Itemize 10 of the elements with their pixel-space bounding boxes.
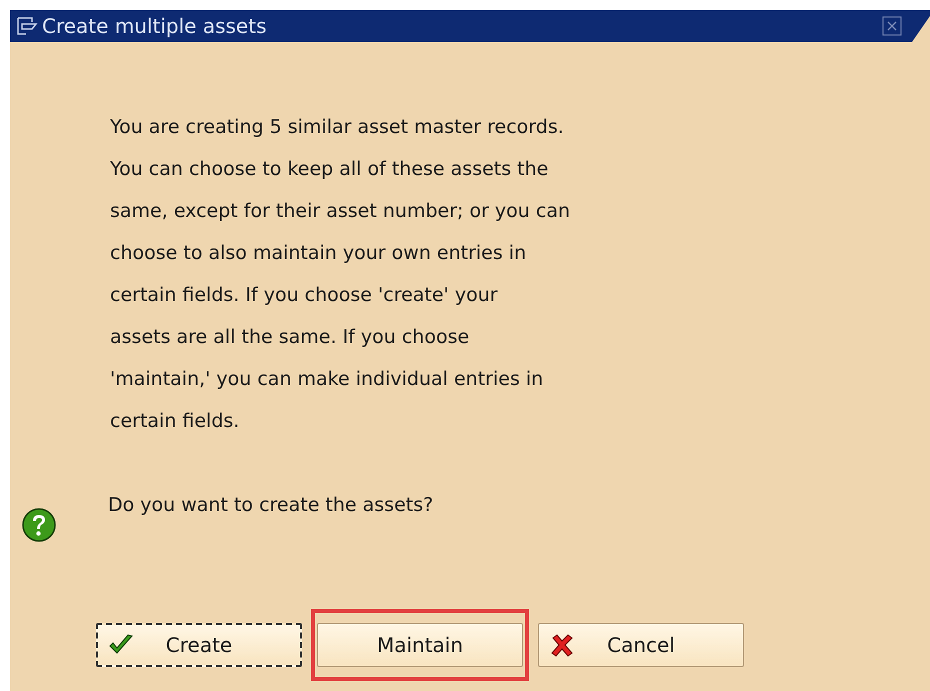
question-icon <box>22 508 56 542</box>
question-text: Do you want to create the assets? <box>108 493 434 518</box>
cancel-button[interactable]: Cancel <box>538 623 744 667</box>
window-title: Create multiple assets <box>42 14 267 38</box>
close-icon[interactable] <box>882 16 902 36</box>
create-button[interactable]: Create <box>96 623 302 667</box>
cross-icon <box>549 632 575 658</box>
dialog-icon <box>16 16 38 36</box>
message-text: You are creating 5 similar asset master records. You can choose to keep all of these assets the same, except for their asset number; or you can choose to also maintain your own entries in certain fields. If you choose 'create' your assets are all the same. If you choose 'maintain,' you can make individual entries in certain fields. <box>110 115 572 434</box>
maintain-button[interactable]: Maintain <box>317 623 523 667</box>
